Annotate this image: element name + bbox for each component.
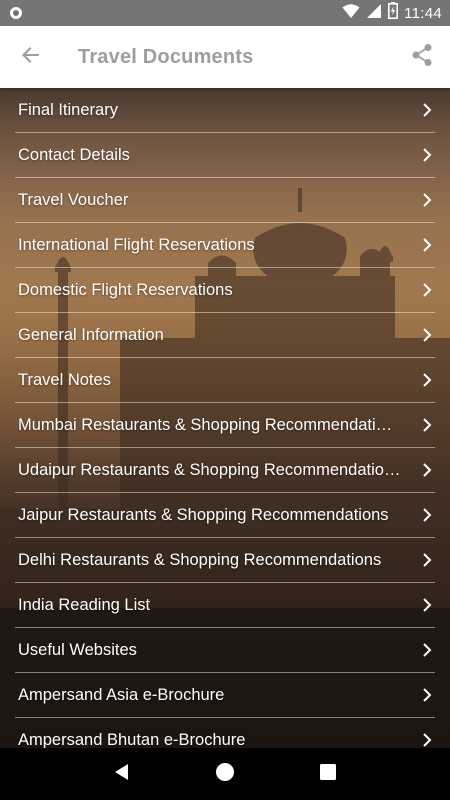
notification-icon <box>10 7 22 19</box>
list-item[interactable]: Domestic Flight Reservations <box>0 268 450 313</box>
list-item-label: Travel Voucher <box>18 191 129 209</box>
list-item-label: India Reading List <box>18 596 151 614</box>
list-item[interactable]: General Information <box>0 313 450 358</box>
chevron-right-icon <box>423 147 432 162</box>
list-item[interactable]: Ampersand Bhutan e-Brochure <box>0 718 450 748</box>
list-item-label: Final Itinerary <box>18 101 118 119</box>
nav-recents-button[interactable] <box>308 754 348 794</box>
list-item[interactable]: Mumbai Restaurants & Shopping Recommenda… <box>0 403 450 448</box>
list-item-label: Useful Websites <box>18 641 137 659</box>
chevron-right-icon <box>423 417 432 432</box>
list-item-label: Delhi Restaurants & Shopping Recommendat… <box>18 551 382 569</box>
chevron-right-icon <box>423 102 432 117</box>
triangle-back-icon <box>113 763 131 786</box>
wifi-icon <box>342 3 360 24</box>
chevron-right-icon <box>423 552 432 567</box>
page-title: Travel Documents <box>78 45 254 68</box>
back-button[interactable] <box>0 26 62 88</box>
list-item-label: General Information <box>18 326 164 344</box>
nav-home-button[interactable] <box>205 754 245 794</box>
list-item[interactable]: Travel Voucher <box>0 178 450 223</box>
list-item-label: Travel Notes <box>18 371 111 389</box>
chevron-right-icon <box>423 642 432 657</box>
navigation-bar <box>0 748 450 800</box>
list-item[interactable]: International Flight Reservations <box>0 223 450 268</box>
chevron-right-icon <box>423 372 432 387</box>
list-item-label: Ampersand Asia e-Brochure <box>18 686 225 704</box>
screen: 11:44 Travel Documents Final Itinerary C… <box>0 0 450 800</box>
chevron-right-icon <box>423 732 432 747</box>
list-item-label: International Flight Reservations <box>18 236 255 254</box>
list-item[interactable]: Useful Websites <box>0 628 450 673</box>
list-item-label: Udaipur Restaurants & Shopping Recommend… <box>18 461 401 479</box>
app-bar: Travel Documents <box>0 26 450 88</box>
chevron-right-icon <box>423 237 432 252</box>
list-item[interactable]: India Reading List <box>0 583 450 628</box>
chevron-right-icon <box>423 327 432 342</box>
list-item[interactable]: Final Itinerary <box>0 88 450 133</box>
status-bar: 11:44 <box>0 0 450 26</box>
nav-back-button[interactable] <box>102 754 142 794</box>
document-list: Final Itinerary Contact Details Travel Vou… <box>0 88 450 748</box>
list-item-label: Contact Details <box>18 146 130 164</box>
list-item-label: Jaipur Restaurants & Shopping Recommenda… <box>18 506 389 524</box>
arrow-back-icon <box>21 45 41 70</box>
list-item-label: Mumbai Restaurants & Shopping Recommenda… <box>18 416 393 434</box>
square-recents-icon <box>320 763 337 785</box>
list-item[interactable]: Udaipur Restaurants & Shopping Recommend… <box>0 448 450 493</box>
cell-signal-icon <box>366 3 382 24</box>
chevron-right-icon <box>423 597 432 612</box>
chevron-right-icon <box>423 282 432 297</box>
share-icon <box>411 43 433 72</box>
status-time: 11:44 <box>404 4 442 22</box>
list-item[interactable]: Ampersand Asia e-Brochure <box>0 673 450 718</box>
list-item-label: Ampersand Bhutan e-Brochure <box>18 731 246 748</box>
list-item-label: Domestic Flight Reservations <box>18 281 233 299</box>
list-item[interactable]: Jaipur Restaurants & Shopping Recommenda… <box>0 493 450 538</box>
chevron-right-icon <box>423 192 432 207</box>
share-button[interactable] <box>394 26 450 88</box>
list-item[interactable]: Delhi Restaurants & Shopping Recommendat… <box>0 538 450 583</box>
battery-charging-icon <box>388 2 399 24</box>
chevron-right-icon <box>423 507 432 522</box>
circle-home-icon <box>215 762 235 787</box>
chevron-right-icon <box>423 687 432 702</box>
list-item[interactable]: Travel Notes <box>0 358 450 403</box>
list-item[interactable]: Contact Details <box>0 133 450 178</box>
chevron-right-icon <box>423 462 432 477</box>
status-left <box>10 7 22 19</box>
status-right: 11:44 <box>342 2 442 24</box>
